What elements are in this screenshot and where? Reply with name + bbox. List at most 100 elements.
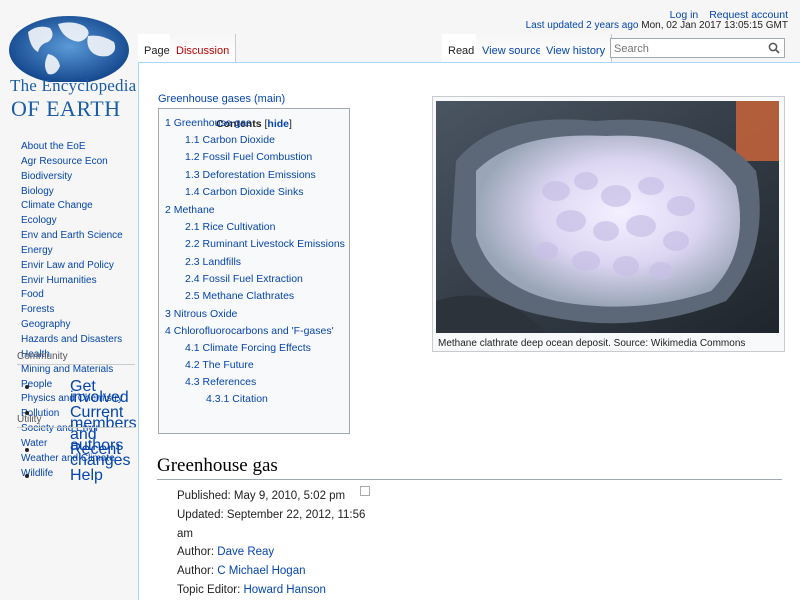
methane-clathrate-image[interactable] <box>436 101 779 333</box>
table-of-contents: Contents [hide] 1 Greenhouse gas 1.1 Carb… <box>158 108 350 434</box>
toc-link[interactable]: 1.4 Carbon Dioxide Sinks <box>185 186 304 198</box>
toc-item[interactable]: 4.3 References <box>185 376 256 388</box>
sidebar-item[interactable]: Env and Earth Science <box>0 229 138 244</box>
site-logo[interactable]: The Encyclopedia OF EARTH <box>6 10 136 121</box>
toc-item[interactable]: 1.1 Carbon Dioxide <box>185 134 275 146</box>
tab-view-source-label[interactable]: View source <box>482 45 542 57</box>
utility-portal: Utility Recent changes Help <box>0 414 138 497</box>
author-link-c-michael-hogan[interactable]: C Michael Hogan <box>217 565 305 577</box>
toc-text: Ruminant Livestock Emissions <box>202 238 345 250</box>
author-row-1: Author: Dave Reay <box>177 543 367 562</box>
sidebar-item-link[interactable]: Forests <box>21 304 54 315</box>
sidebar-item[interactable]: Food <box>0 288 138 303</box>
sidebar-item-get-involved[interactable]: Get involved <box>70 378 129 406</box>
toc-link[interactable]: 4.1 Climate Forcing Effects <box>185 342 311 354</box>
toc-link[interactable]: 1.3 Deforestation Emissions <box>185 169 316 181</box>
toc-item[interactable]: 3 Nitrous Oxide <box>165 308 237 320</box>
sidebar-item-link[interactable]: Ecology <box>21 215 57 226</box>
toc-number: 2.2 <box>185 238 200 250</box>
toc-link[interactable]: 2.4 Fossil Fuel Extraction <box>185 273 303 285</box>
sidebar-item[interactable]: Biology <box>0 185 138 200</box>
toc-item[interactable]: 2.5 Methane Clathrates <box>185 290 294 302</box>
topic-editor-link[interactable]: Howard Hanson <box>243 584 325 596</box>
toc-link[interactable]: 4 Chlorofluorocarbons and 'F-gases' <box>165 325 334 337</box>
toc-link[interactable]: 3 Nitrous Oxide <box>165 308 237 320</box>
toc-item[interactable]: 4.2 The Future <box>185 359 254 371</box>
author-label: Author: <box>177 565 215 578</box>
toc-link[interactable]: 2.5 Methane Clathrates <box>185 290 294 302</box>
toc-item[interactable]: 2 Methane <box>165 204 215 216</box>
toc-item[interactable]: 1.2 Fossil Fuel Combustion <box>185 151 312 163</box>
tab-view-history[interactable]: View history <box>540 34 613 62</box>
author-link-dave-reay[interactable]: Dave Reay <box>217 546 274 558</box>
sidebar-item-help[interactable]: Help <box>70 467 103 484</box>
toc-link[interactable]: 4.2 The Future <box>185 359 254 371</box>
toc-item[interactable]: 2.2 Ruminant Livestock Emissions <box>185 238 345 250</box>
search-icon[interactable] <box>768 42 780 54</box>
figure-caption: Methane clathrate deep ocean deposit. So… <box>438 338 746 349</box>
toc-text: References <box>202 376 257 388</box>
tab-discussion[interactable]: Discussion <box>170 34 237 62</box>
sidebar-item[interactable]: Forests <box>0 303 138 318</box>
sidebar-item-recent-changes[interactable]: Recent changes <box>70 441 131 469</box>
tab-view-history-label[interactable]: View history <box>546 45 605 57</box>
toc-link[interactable]: 2.1 Rice Cultivation <box>185 221 275 233</box>
toc-item[interactable]: 2.4 Fossil Fuel Extraction <box>185 273 303 285</box>
sidebar-item[interactable]: Energy <box>0 244 138 259</box>
toc-item[interactable]: 4.3.1 Citation <box>206 393 268 405</box>
author-row-2: Author: C Michael Hogan <box>177 562 367 581</box>
sidebar-item[interactable]: About the EoE <box>0 140 138 155</box>
toc-text: Carbon Dioxide Sinks <box>202 186 304 198</box>
sidebar-item-link[interactable]: Env and Earth Science <box>21 230 123 241</box>
tab-view-source[interactable]: View source <box>476 34 549 62</box>
search-input[interactable] <box>611 40 767 58</box>
tab-discussion-label[interactable]: Discussion <box>176 45 229 57</box>
toc-text: Rice Cultivation <box>202 221 276 233</box>
sidebar-item[interactable]: Biodiversity <box>0 170 138 185</box>
toc-number: 4.3 <box>185 376 200 388</box>
sidebar-item[interactable]: Envir Humanities <box>0 274 138 289</box>
sidebar-item[interactable]: Climate Change <box>0 199 138 214</box>
toc-link[interactable]: 1 Greenhouse gas <box>165 117 251 129</box>
sidebar-item[interactable]: Agr Resource Econ <box>0 155 138 170</box>
sidebar-item[interactable]: Geography <box>0 318 138 333</box>
toc-link[interactable]: 1.2 Fossil Fuel Combustion <box>185 151 312 163</box>
toc-item[interactable]: 4.1 Climate Forcing Effects <box>185 342 311 354</box>
author-label: Author: <box>177 546 215 559</box>
toc-item[interactable]: 2.3 Landfills <box>185 256 241 268</box>
sidebar-item-link[interactable]: Envir Law and Policy <box>21 260 114 271</box>
last-updated: Last updated 2 years ago Mon, 02 Jan 201… <box>526 20 788 31</box>
sidebar-item[interactable]: Envir Law and Policy <box>0 259 138 274</box>
sidebar-item-link[interactable]: Biodiversity <box>21 171 72 182</box>
last-updated-label[interactable]: Last updated 2 years ago <box>526 20 639 31</box>
toc-item[interactable]: 2.1 Rice Cultivation <box>185 221 275 233</box>
toc-number: 2.1 <box>185 221 200 233</box>
toc-link[interactable]: 2.2 Ruminant Livestock Emissions <box>185 238 345 250</box>
sidebar-item-link[interactable]: Climate Change <box>21 200 93 211</box>
toc-link[interactable]: 4.3.1 Citation <box>206 393 268 405</box>
search-box[interactable] <box>610 38 785 58</box>
toc-item[interactable]: 1.4 Carbon Dioxide Sinks <box>185 186 304 198</box>
toc-item[interactable]: 1 Greenhouse gas <box>165 117 251 129</box>
sidebar-item-link[interactable]: Hazards and Disasters <box>21 334 122 345</box>
toc-link[interactable]: 4.3 References <box>185 376 256 388</box>
toc-hide-link[interactable]: hide <box>267 118 289 130</box>
clathrate-photo-icon <box>436 101 779 333</box>
sidebar-item-link[interactable]: Envir Humanities <box>21 275 97 286</box>
toc-link[interactable]: 2.3 Landfills <box>185 256 241 268</box>
sidebar-item[interactable]: Hazards and Disasters <box>0 333 138 348</box>
sidebar-item-link[interactable]: Biology <box>21 186 54 197</box>
sidebar-item-link[interactable]: About the EoE <box>21 141 86 152</box>
toc-text: Nitrous Oxide <box>173 308 238 320</box>
sidebar-item[interactable]: Ecology <box>0 214 138 229</box>
toc-hide-close: ] <box>289 118 292 130</box>
toc-item[interactable]: 4 Chlorofluorocarbons and 'F-gases' <box>165 325 334 337</box>
sidebar-item-link[interactable]: Agr Resource Econ <box>21 156 108 167</box>
main-article-link[interactable]: Greenhouse gases (main) <box>158 93 285 105</box>
toc-item[interactable]: 1.3 Deforestation Emissions <box>185 169 316 181</box>
sidebar-item-link[interactable]: Geography <box>21 319 70 330</box>
toc-link[interactable]: 2 Methane <box>165 204 215 216</box>
sidebar-item-link[interactable]: Energy <box>21 245 53 256</box>
sidebar-item-link[interactable]: Food <box>21 289 44 300</box>
toc-link[interactable]: 1.1 Carbon Dioxide <box>185 134 275 146</box>
